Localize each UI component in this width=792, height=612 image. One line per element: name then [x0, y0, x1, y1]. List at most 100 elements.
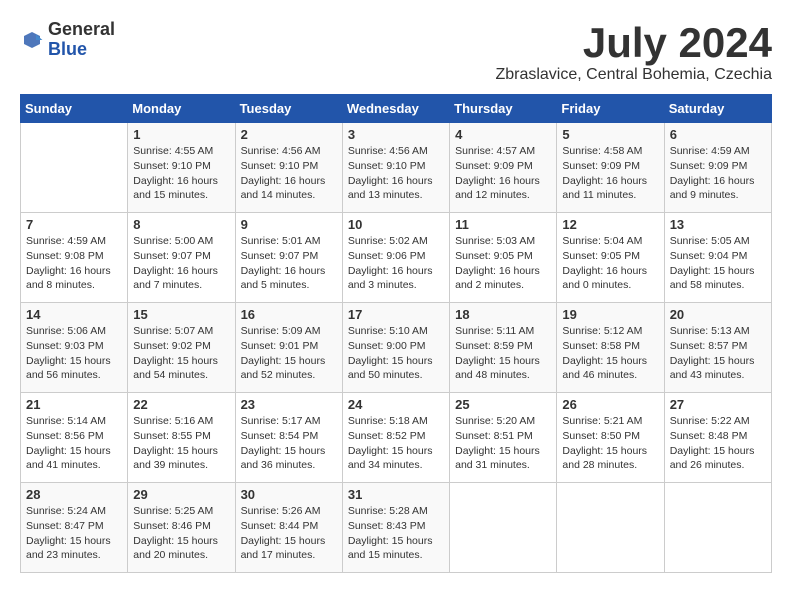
calendar-cell: 3 Sunrise: 4:56 AM Sunset: 9:10 PM Daylig… [342, 123, 449, 213]
calendar-cell: 16 Sunrise: 5:09 AM Sunset: 9:01 PM Dayli… [235, 303, 342, 393]
day-number: 7 [26, 217, 122, 232]
calendar-cell: 29Sunrise: 5:25 AM Sunset: 8:46 PM Dayli… [128, 483, 235, 573]
calendar-cell: 5Sunrise: 4:58 AM Sunset: 9:09 PM Daylig… [557, 123, 664, 213]
weekday-header-monday: Monday [128, 95, 235, 123]
day-info: Sunrise: 5:01 AM Sunset: 9:07 PM Dayligh… [241, 234, 337, 293]
day-number: 14 [26, 307, 122, 322]
weekday-header-tuesday: Tuesday [235, 95, 342, 123]
day-number: 26 [562, 397, 658, 412]
day-number: 28 [26, 487, 122, 502]
calendar-week-5: 28 Sunrise: 5:24 AM Sunset: 8:47 PM Dayli… [21, 483, 772, 573]
calendar-cell: 11 Sunrise: 5:03 AM Sunset: 9:05 PM Dayli… [450, 213, 557, 303]
day-info: Sunrise: 5:03 AM Sunset: 9:05 PM Dayligh… [455, 234, 551, 293]
weekday-header-sunday: Sunday [21, 95, 128, 123]
day-number: 22 [133, 397, 229, 412]
day-number: 5 [562, 127, 658, 142]
logo-blue: Blue [48, 40, 115, 60]
day-number: 16 [241, 307, 337, 322]
logo-text: General Blue [48, 20, 115, 60]
calendar-cell: 18 Sunrise: 5:11 AM Sunset: 8:59 PM Dayli… [450, 303, 557, 393]
calendar-cell: 21 Sunrise: 5:14 AM Sunset: 8:56 PM Dayli… [21, 393, 128, 483]
day-info: Sunrise: 4:57 AM Sunset: 9:09 PM Dayligh… [455, 144, 551, 203]
day-info: Sunrise: 5:17 AM Sunset: 8:54 PM Dayligh… [241, 414, 337, 473]
calendar-week-3: 14 Sunrise: 5:06 AM Sunset: 9:03 PM Dayli… [21, 303, 772, 393]
day-number: 30 [241, 487, 337, 502]
day-number: 1 [133, 127, 229, 142]
calendar-cell: 22 Sunrise: 5:16 AM Sunset: 8:55 PM Dayli… [128, 393, 235, 483]
location-subtitle: Zbraslavice, Central Bohemia, Czechia [495, 66, 772, 84]
page-header: General Blue July 2024 Zbraslavice, Cent… [20, 20, 772, 84]
day-number: 8 [133, 217, 229, 232]
day-info: Sunrise: 5:14 AM Sunset: 8:56 PM Dayligh… [26, 414, 122, 473]
day-info: Sunrise: 5:12 AM Sunset: 8:58 PM Dayligh… [562, 324, 658, 383]
day-number: 21 [26, 397, 122, 412]
weekday-header-friday: Friday [557, 95, 664, 123]
day-number: 18 [455, 307, 551, 322]
day-number: 17 [348, 307, 444, 322]
calendar-cell: 8 Sunrise: 5:00 AM Sunset: 9:07 PM Daylig… [128, 213, 235, 303]
day-info: Sunrise: 5:20 AM Sunset: 8:51 PM Dayligh… [455, 414, 551, 473]
day-info: Sunrise: 5:16 AM Sunset: 8:55 PM Dayligh… [133, 414, 229, 473]
weekday-header-row: SundayMondayTuesdayWednesdayThursdayFrid… [21, 95, 772, 123]
day-number: 20 [670, 307, 766, 322]
calendar-cell: 26 Sunrise: 5:21 AM Sunset: 8:50 PM Dayli… [557, 393, 664, 483]
day-info: Sunrise: 5:00 AM Sunset: 9:07 PM Dayligh… [133, 234, 229, 293]
calendar-week-2: 7 Sunrise: 4:59 AM Sunset: 9:08 PM Daylig… [21, 213, 772, 303]
day-info: Sunrise: 5:21 AM Sunset: 8:50 PM Dayligh… [562, 414, 658, 473]
calendar-cell: 25 Sunrise: 5:20 AM Sunset: 8:51 PM Dayli… [450, 393, 557, 483]
calendar-cell [21, 123, 128, 213]
day-number: 9 [241, 217, 337, 232]
weekday-header-thursday: Thursday [450, 95, 557, 123]
calendar-header: SundayMondayTuesdayWednesdayThursdayFrid… [21, 95, 772, 123]
calendar-cell: 9 Sunrise: 5:01 AM Sunset: 9:07 PM Daylig… [235, 213, 342, 303]
day-number: 11 [455, 217, 551, 232]
day-info: Sunrise: 5:24 AM Sunset: 8:47 PM Dayligh… [26, 504, 122, 563]
calendar-cell: 2 Sunrise: 4:56 AM Sunset: 9:10 PM Daylig… [235, 123, 342, 213]
day-info: Sunrise: 5:28 AM Sunset: 8:43 PM Dayligh… [348, 504, 444, 563]
title-block: July 2024 Zbraslavice, Central Bohemia, … [495, 20, 772, 84]
day-number: 31 [348, 487, 444, 502]
day-info: Sunrise: 5:11 AM Sunset: 8:59 PM Dayligh… [455, 324, 551, 383]
calendar-cell: 23 Sunrise: 5:17 AM Sunset: 8:54 PM Dayli… [235, 393, 342, 483]
day-number: 6 [670, 127, 766, 142]
day-info: Sunrise: 4:56 AM Sunset: 9:10 PM Dayligh… [241, 144, 337, 203]
calendar-cell: 13Sunrise: 5:05 AM Sunset: 9:04 PM Dayli… [664, 213, 771, 303]
day-number: 2 [241, 127, 337, 142]
calendar-cell: 1Sunrise: 4:55 AM Sunset: 9:10 PM Daylig… [128, 123, 235, 213]
day-info: Sunrise: 5:18 AM Sunset: 8:52 PM Dayligh… [348, 414, 444, 473]
calendar-cell: 28 Sunrise: 5:24 AM Sunset: 8:47 PM Dayli… [21, 483, 128, 573]
day-info: Sunrise: 5:26 AM Sunset: 8:44 PM Dayligh… [241, 504, 337, 563]
logo: General Blue [20, 20, 115, 60]
calendar-cell: 12Sunrise: 5:04 AM Sunset: 9:05 PM Dayli… [557, 213, 664, 303]
day-info: Sunrise: 5:25 AM Sunset: 8:46 PM Dayligh… [133, 504, 229, 563]
day-info: Sunrise: 5:06 AM Sunset: 9:03 PM Dayligh… [26, 324, 122, 383]
calendar-cell [450, 483, 557, 573]
day-number: 3 [348, 127, 444, 142]
day-number: 24 [348, 397, 444, 412]
day-number: 4 [455, 127, 551, 142]
day-info: Sunrise: 5:07 AM Sunset: 9:02 PM Dayligh… [133, 324, 229, 383]
day-number: 13 [670, 217, 766, 232]
day-info: Sunrise: 5:10 AM Sunset: 9:00 PM Dayligh… [348, 324, 444, 383]
calendar-cell: 17 Sunrise: 5:10 AM Sunset: 9:00 PM Dayli… [342, 303, 449, 393]
calendar-cell: 10Sunrise: 5:02 AM Sunset: 9:06 PM Dayli… [342, 213, 449, 303]
day-number: 10 [348, 217, 444, 232]
calendar-cell: 4 Sunrise: 4:57 AM Sunset: 9:09 PM Daylig… [450, 123, 557, 213]
day-number: 19 [562, 307, 658, 322]
calendar-cell: 20Sunrise: 5:13 AM Sunset: 8:57 PM Dayli… [664, 303, 771, 393]
calendar-cell: 15 Sunrise: 5:07 AM Sunset: 9:02 PM Dayli… [128, 303, 235, 393]
calendar-cell: 31 Sunrise: 5:28 AM Sunset: 8:43 PM Dayli… [342, 483, 449, 573]
day-info: Sunrise: 5:09 AM Sunset: 9:01 PM Dayligh… [241, 324, 337, 383]
calendar-table: SundayMondayTuesdayWednesdayThursdayFrid… [20, 94, 772, 573]
day-info: Sunrise: 4:56 AM Sunset: 9:10 PM Dayligh… [348, 144, 444, 203]
day-number: 23 [241, 397, 337, 412]
day-number: 15 [133, 307, 229, 322]
calendar-week-1: 1Sunrise: 4:55 AM Sunset: 9:10 PM Daylig… [21, 123, 772, 213]
calendar-cell: 19 Sunrise: 5:12 AM Sunset: 8:58 PM Dayli… [557, 303, 664, 393]
calendar-cell: 30 Sunrise: 5:26 AM Sunset: 8:44 PM Dayli… [235, 483, 342, 573]
day-info: Sunrise: 4:59 AM Sunset: 9:08 PM Dayligh… [26, 234, 122, 293]
day-number: 25 [455, 397, 551, 412]
day-number: 12 [562, 217, 658, 232]
calendar-body: 1Sunrise: 4:55 AM Sunset: 9:10 PM Daylig… [21, 123, 772, 573]
calendar-cell: 14 Sunrise: 5:06 AM Sunset: 9:03 PM Dayli… [21, 303, 128, 393]
